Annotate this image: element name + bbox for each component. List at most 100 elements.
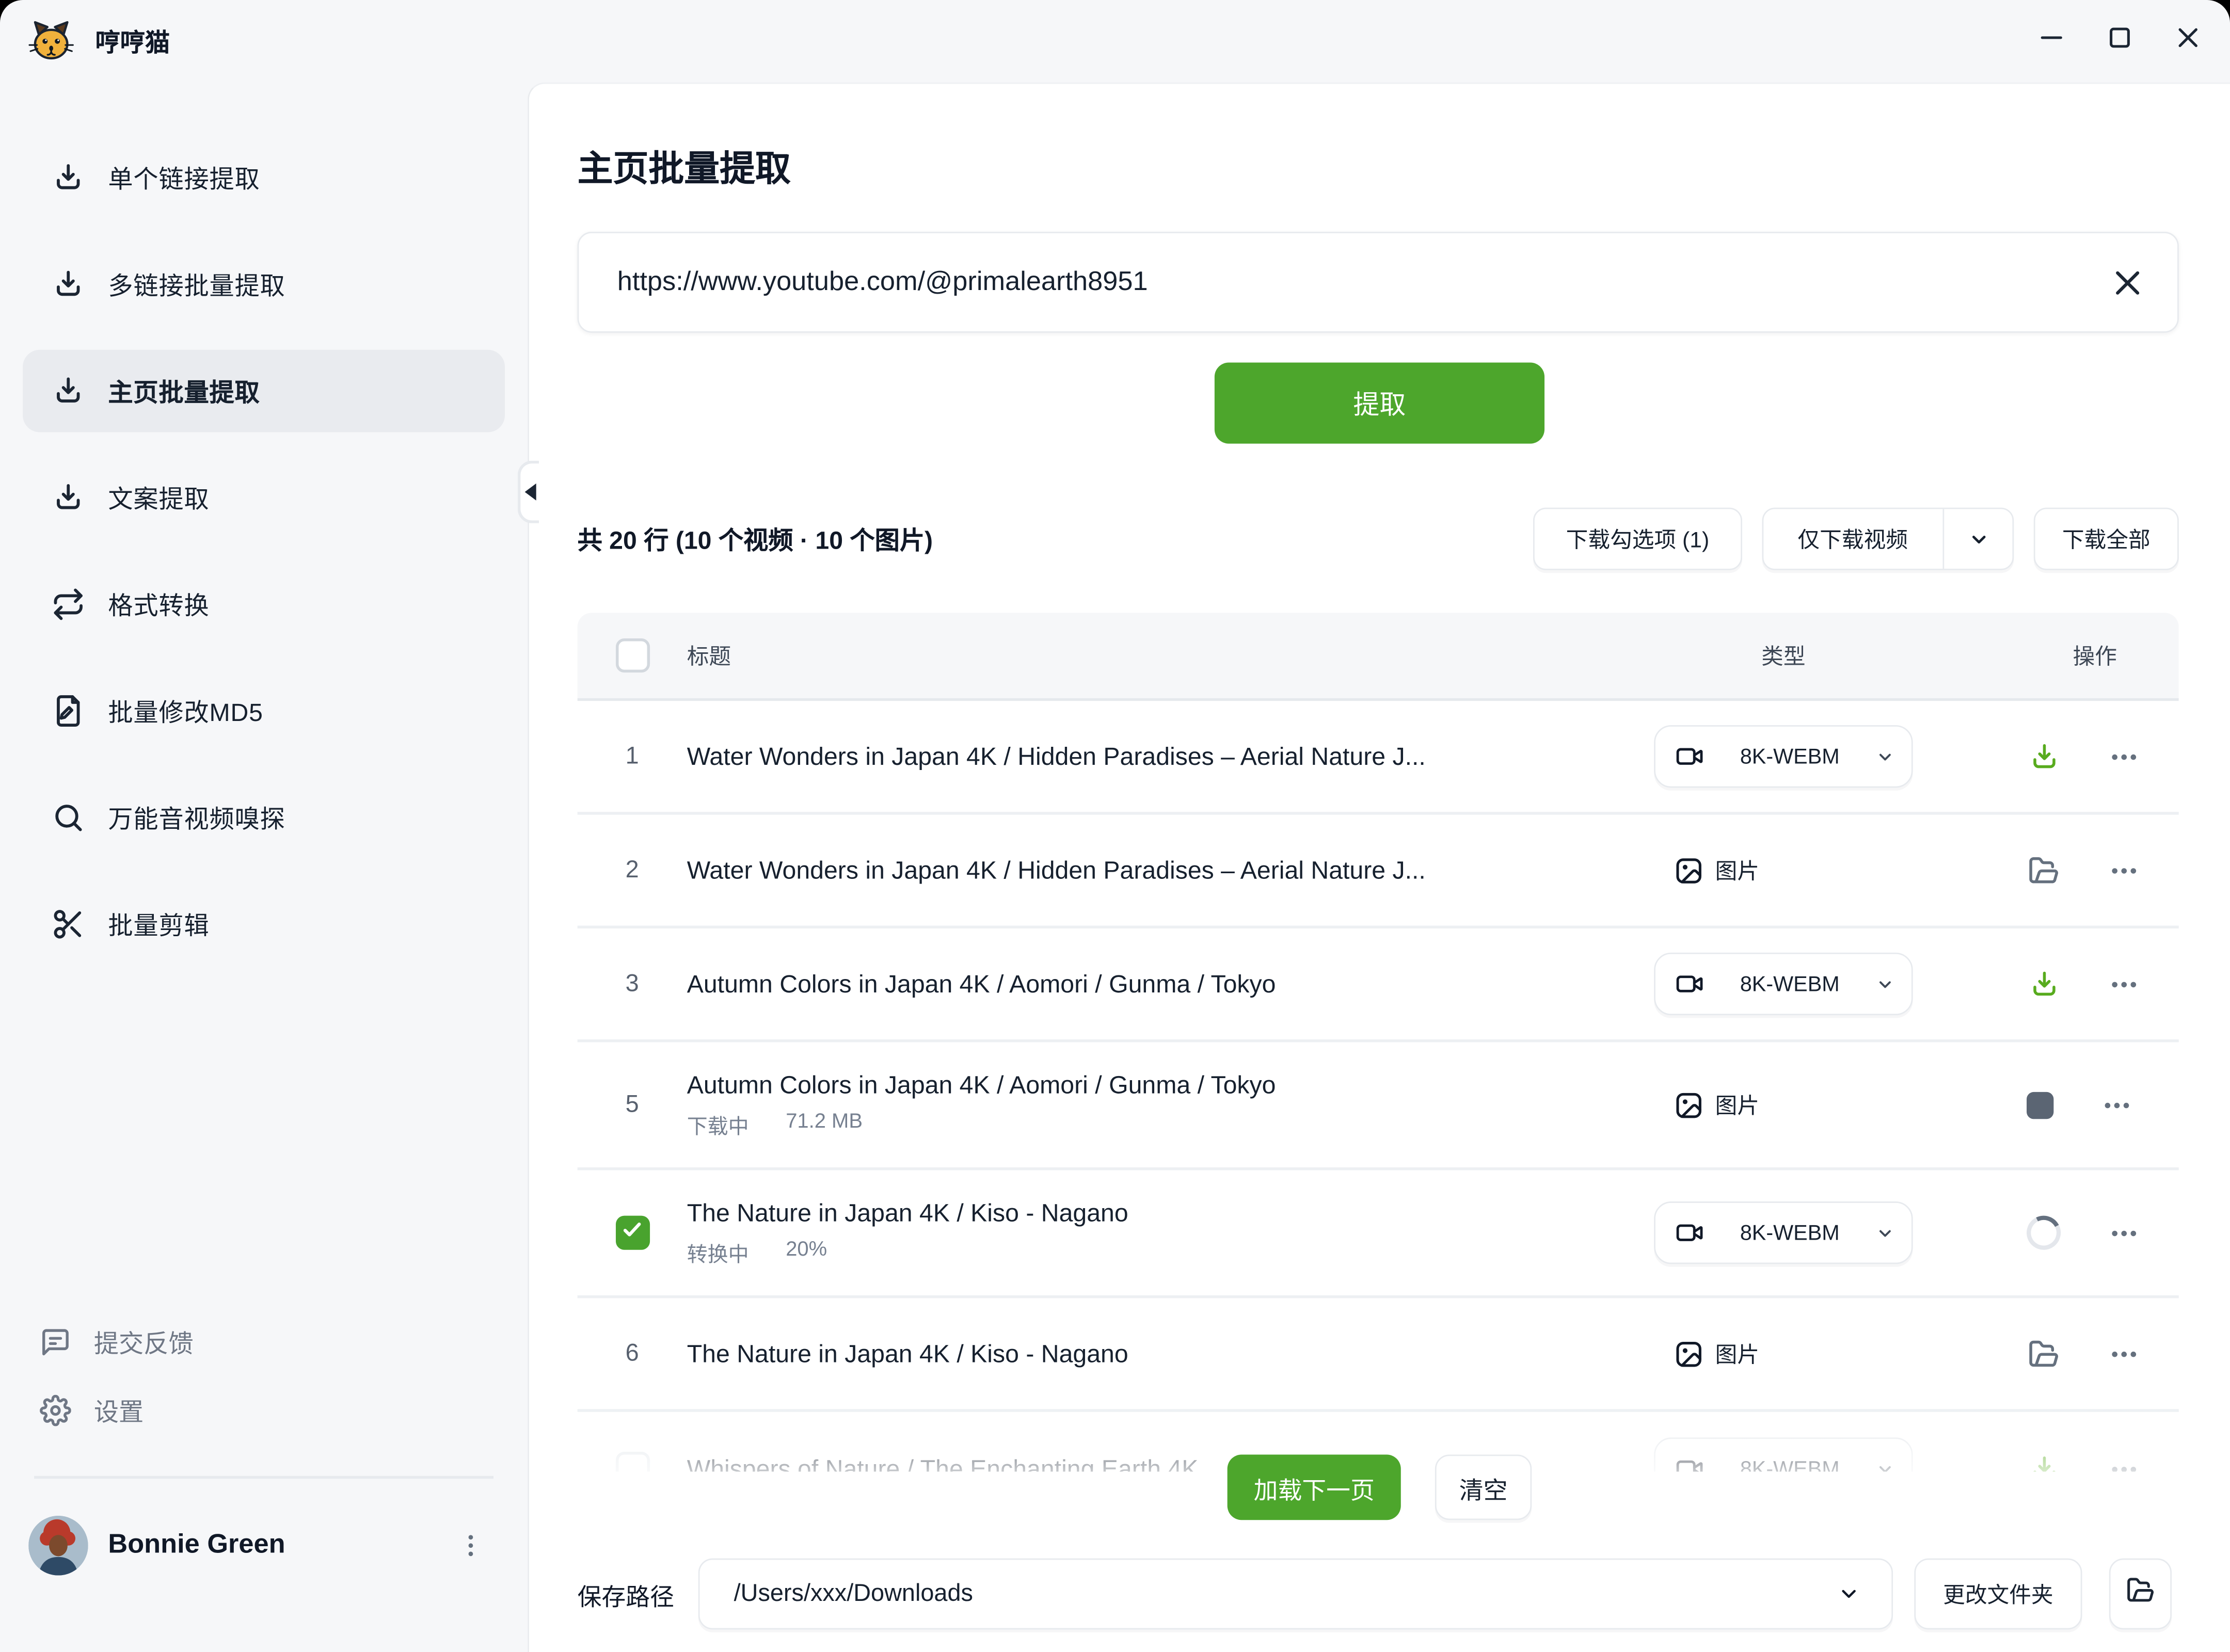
row-title: The Nature in Japan 4K / Kiso - Nagano [687,1198,1626,1228]
window-controls [2034,0,2205,83]
row-status: 转换中20% [687,1238,1654,1268]
more-icon[interactable] [2102,1090,2132,1120]
sidebar-item-6[interactable]: 万能音视频嗅探 [23,776,505,859]
result-summary: 共 20 行 (10 个视频 · 10 个图片) [578,522,933,557]
video-icon [1676,970,1704,998]
user-profile[interactable]: Bonnie Green [23,1516,505,1576]
download-all-button[interactable]: 下载全部 [2034,508,2179,570]
sidebar-item-2[interactable]: 主页批量提取 [23,350,505,432]
status-label: 转换中 [687,1238,749,1268]
chevron-down-icon [1838,1582,1860,1605]
sidebar-divider [34,1476,493,1479]
sidebar-footer-item-0[interactable]: 提交反馈 [23,1308,505,1376]
more-icon[interactable] [2109,742,2139,772]
chevron-down-icon [1876,975,1894,993]
chevron-down-icon [1876,747,1894,766]
folder-open-icon[interactable] [2027,853,2061,887]
table-row[interactable]: 5Autumn Colors in Japan 4K / Aomori / Gu… [578,1042,2179,1170]
maximize-button[interactable] [2102,24,2136,58]
row-title: Water Wonders in Japan 4K / Hidden Parad… [687,855,1626,885]
page-title: 主页批量提取 [578,141,791,192]
row-checkbox[interactable] [615,1452,649,1472]
video-icon [1676,1454,1704,1471]
image-icon [1674,1090,1704,1120]
more-icon[interactable] [2109,855,2139,885]
sidebar-item-label: 主页批量提取 [108,373,260,409]
download-icon [51,374,85,408]
feedback-icon [40,1327,71,1358]
download-icon[interactable] [2027,740,2061,774]
format-dropdown[interactable]: 8K-WEBM [1654,725,1913,788]
sidebar-item-0[interactable]: 单个链接提取 [23,136,505,219]
extract-button[interactable]: 提取 [1215,363,1544,444]
download-icon[interactable] [2027,1452,2061,1472]
stop-icon[interactable] [2027,1092,2053,1118]
sidebar-collapse-handle[interactable] [518,461,539,523]
chevron-down-icon [1876,1224,1894,1242]
table-body: 1Water Wonders in Japan 4K / Hidden Para… [578,701,2179,1471]
chevron-down-icon[interactable] [1944,528,2012,550]
video-only-split-button[interactable]: 仅下载视频 [1762,508,2014,570]
sidebar-item-7[interactable]: 批量剪辑 [23,883,505,966]
change-folder-button[interactable]: 更改文件夹 [1914,1559,2082,1630]
format-dropdown[interactable]: 8K-WEBM [1654,953,1913,1015]
sidebar-item-3[interactable]: 文案提取 [23,456,505,539]
table-row[interactable]: 6The Nature in Japan 4K / Kiso - Nagano图… [578,1298,2179,1412]
avatar [28,1516,88,1576]
table-header: 标题 类型 操作 [578,613,2179,701]
maximize-icon [2104,23,2134,60]
format-label: 8K-WEBM [1704,1457,1876,1472]
download-selected-button[interactable]: 下载勾选项 (1) [1533,508,1742,570]
sidebar-footer-label: 提交反馈 [94,1324,194,1360]
format-label: 8K-WEBM [1704,744,1876,768]
folder-open-icon[interactable] [2027,1337,2061,1371]
load-next-page-button[interactable]: 加载下一页 [1228,1454,1401,1520]
gear-icon [40,1395,71,1426]
title-bar: 哼哼猫 [0,0,2230,83]
app-window: 哼哼猫 单个链接提取多链接批量提取主页批量提取文案提取格式转换批量修改MD5万能… [0,0,2230,1652]
clear-input-icon[interactable] [2109,264,2146,301]
table-row[interactable]: 3Autumn Colors in Japan 4K / Aomori / Gu… [578,928,2179,1042]
sidebar-bottom: 提交反馈设置 Bonnie Green [23,1308,505,1576]
save-path-select[interactable]: /Users/xxx/Downloads [698,1559,1893,1630]
status-label: 下载中 [687,1110,749,1140]
check-icon [620,1217,644,1248]
user-menu-icon[interactable] [456,1531,485,1560]
more-icon[interactable] [2109,969,2139,999]
minimize-button[interactable] [2034,24,2068,58]
sidebar-item-label: 单个链接提取 [108,160,260,196]
video-only-label: 仅下载视频 [1763,523,1942,555]
url-input[interactable] [614,265,2109,299]
more-icon[interactable] [2109,1339,2139,1369]
table-row[interactable]: The Nature in Japan 4K / Kiso - Nagano 转换… [578,1170,2179,1298]
download-icon [51,161,85,195]
close-button[interactable] [2170,24,2204,58]
sidebar-item-4[interactable]: 格式转换 [23,563,505,646]
row-checkbox-checked[interactable] [615,1216,649,1250]
download-icon[interactable] [2027,967,2061,1001]
chevron-left-icon [525,484,536,501]
more-icon[interactable] [2109,1454,2139,1471]
sidebar-item-1[interactable]: 多链接批量提取 [23,243,505,326]
row-title: Autumn Colors in Japan 4K / Aomori / Gun… [687,1070,1626,1100]
open-folder-button[interactable] [2109,1559,2172,1630]
sidebar-item-label: 多链接批量提取 [108,267,285,302]
table-row[interactable]: 1Water Wonders in Japan 4K / Hidden Para… [578,701,2179,814]
type-label: 图片 [1715,1089,1759,1120]
select-all-checkbox[interactable] [615,638,649,672]
format-dropdown[interactable]: 8K-WEBM [1654,1201,1913,1264]
status-value: 71.2 MB [786,1110,863,1140]
row-number: 2 [626,856,639,885]
sidebar-footer-item-1[interactable]: 设置 [23,1376,505,1445]
clear-list-button[interactable]: 清空 [1435,1454,1532,1520]
format-label: 8K-WEBM [1704,1221,1876,1245]
sidebar-item-label: 文案提取 [108,480,209,516]
more-icon[interactable] [2109,1218,2139,1248]
format-dropdown[interactable]: 8K-WEBM [1654,1437,1913,1471]
row-number: 6 [626,1339,639,1368]
type-image: 图片 [1674,1089,1759,1120]
close-icon [2172,23,2202,60]
image-icon [1674,1339,1704,1369]
table-row[interactable]: 2 Water Wonders in Japan 4K / Hidden Para… [578,815,2179,928]
sidebar-item-5[interactable]: 批量修改MD5 [23,670,505,752]
